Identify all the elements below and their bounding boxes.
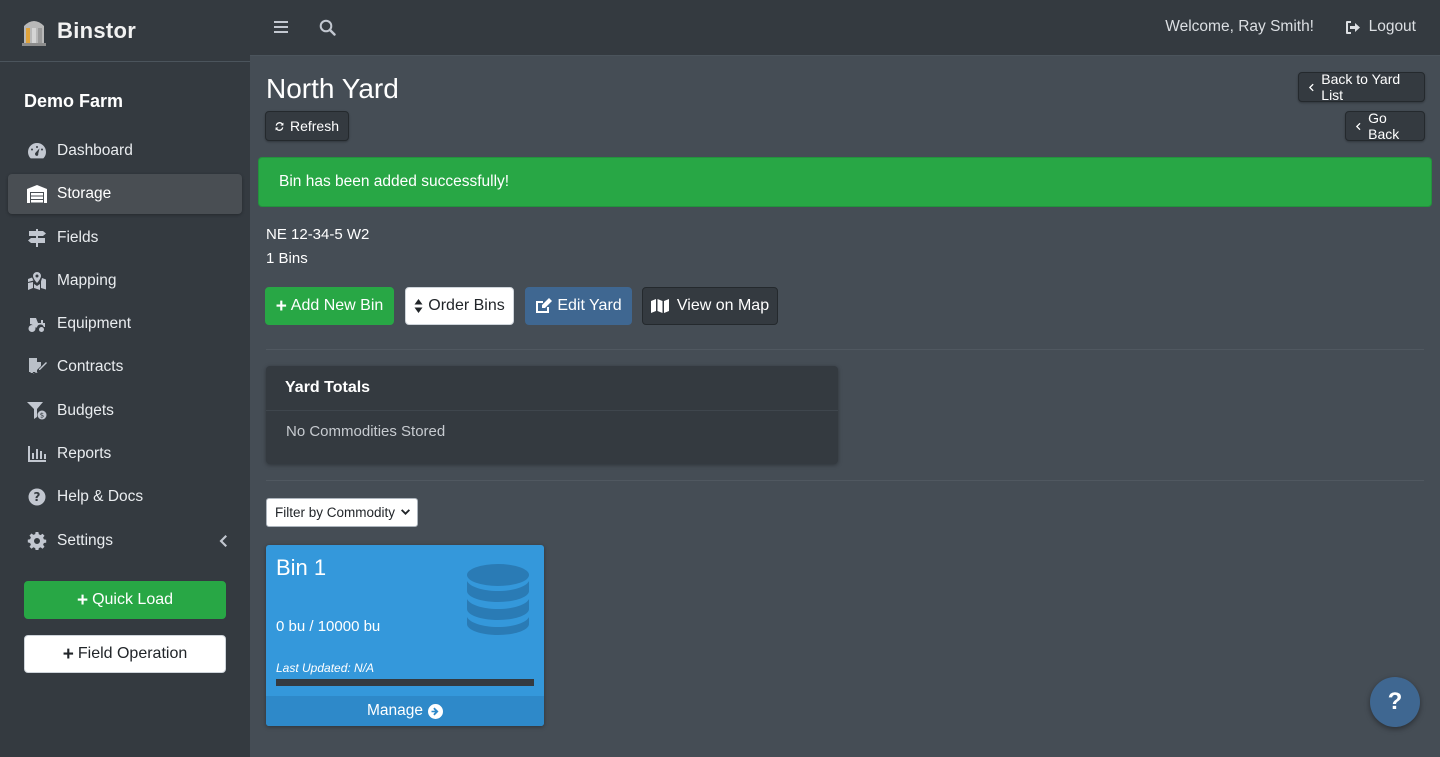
sidebar-item-help-docs[interactable]: ? Help & Docs (8, 477, 242, 517)
brand-name: Binstor (57, 17, 137, 43)
sidebar-item-mapping[interactable]: Mapping (8, 261, 242, 301)
plus-icon: + (62, 643, 74, 665)
view-on-map-label: View on Map (676, 297, 770, 314)
add-new-bin-button[interactable]: + Add New Bin (265, 287, 394, 325)
gear-icon (26, 531, 48, 551)
svg-text:$: $ (40, 411, 44, 419)
field-operation-label: Field Operation (77, 645, 188, 662)
order-bins-label: Order Bins (428, 297, 505, 314)
refresh-label: Refresh (289, 118, 339, 134)
bin-last-updated: Last Updated: N/A (276, 661, 375, 675)
yard-totals-card: Yard Totals No Commodities Stored (266, 366, 838, 464)
add-new-bin-label: Add New Bin (290, 297, 384, 314)
logout-label: Logout (1368, 18, 1416, 35)
chevron-down-icon (401, 509, 411, 515)
bin-card[interactable]: Bin 1 0 bu / 10000 bu Last Updated: N/A … (266, 545, 544, 726)
map-marked-icon (26, 271, 48, 291)
svg-text:?: ? (34, 490, 41, 504)
silo-logo-icon (22, 20, 46, 46)
divider (266, 480, 1424, 481)
hamburger-menu-icon[interactable] (273, 19, 289, 35)
chevron-left-icon (1308, 83, 1314, 91)
sidebar-item-contracts[interactable]: Contracts (8, 347, 242, 387)
sidebar-item-label: Contracts (57, 358, 124, 376)
funnel-dollar-icon: $ (26, 401, 48, 421)
sidebar-item-dashboard[interactable]: Dashboard (8, 131, 242, 171)
yard-totals-body: No Commodities Stored (286, 423, 446, 440)
page-title: North Yard (266, 73, 399, 104)
sidebar-item-reports[interactable]: Reports (8, 434, 242, 474)
top-navbar: Welcome, Ray Smith! Logout (250, 0, 1440, 56)
quick-load-label: Quick Load (92, 591, 174, 608)
sidebar-item-label: Fields (57, 228, 99, 246)
yard-bin-count: 1 Bins (266, 250, 308, 267)
sort-icon (414, 299, 423, 313)
chevron-left-icon (1355, 122, 1361, 130)
go-back-label: Go Back (1368, 110, 1400, 142)
sidebar-item-label: Settings (57, 531, 114, 549)
yard-totals-title: Yard Totals (266, 366, 838, 411)
file-signature-icon (26, 357, 48, 377)
sidebar-item-label: Equipment (57, 315, 132, 333)
sync-icon (275, 121, 284, 131)
map-icon (650, 299, 669, 313)
farm-name[interactable]: Demo Farm (24, 91, 123, 112)
manage-bin-link[interactable]: Manage (266, 696, 544, 726)
warehouse-icon (26, 184, 48, 204)
sidebar-item-label: Mapping (57, 271, 117, 289)
sidebar-item-budgets[interactable]: $ Budgets (8, 391, 242, 431)
sidebar-item-label: Budgets (57, 401, 114, 419)
filter-by-commodity-dropdown[interactable]: Filter by Commodity (266, 498, 418, 527)
sidebar-nav: Dashboard Storage Fields Mapping Equipme… (8, 131, 242, 564)
brand[interactable]: Binstor (0, 0, 250, 62)
tractor-icon (26, 314, 48, 334)
sign-out-icon (1345, 20, 1360, 34)
sidebar-item-fields[interactable]: Fields (8, 218, 242, 258)
logout-link[interactable]: Logout (1345, 18, 1416, 36)
signpost-icon (26, 228, 48, 248)
tachometer-icon (26, 141, 48, 161)
edit-yard-label: Edit Yard (557, 297, 622, 314)
help-floating-button[interactable]: ? (1370, 677, 1420, 727)
bin-capacity: 0 bu / 10000 bu (276, 618, 381, 635)
plus-icon: + (76, 589, 89, 611)
divider (266, 349, 1424, 350)
sidebar-item-label: Storage (57, 185, 112, 203)
back-to-yard-list-button[interactable]: Back to Yard List (1298, 71, 1425, 103)
go-back-button[interactable]: Go Back (1345, 110, 1425, 142)
search-icon[interactable] (319, 19, 336, 36)
sidebar-item-label: Help & Docs (57, 488, 144, 506)
field-operation-button[interactable]: + Field Operation (24, 635, 226, 673)
arrow-circle-right-icon (428, 703, 443, 719)
back-to-yard-list-label: Back to Yard List (1321, 71, 1401, 103)
database-icon (467, 564, 529, 635)
sidebar-item-label: Reports (57, 445, 112, 463)
refresh-button[interactable]: Refresh (265, 111, 349, 141)
sidebar-item-label: Dashboard (57, 142, 133, 159)
sidebar-item-settings[interactable]: Settings (8, 521, 242, 561)
sidebar: Binstor Demo Farm Dashboard Storage Fiel… (0, 0, 250, 757)
bin-name: Bin 1 (276, 555, 327, 580)
yard-location: NE 12-34-5 W2 (266, 226, 370, 243)
sidebar-item-storage[interactable]: Storage (8, 174, 242, 215)
success-alert: Bin has been added successfully! (258, 157, 1432, 207)
order-bins-button[interactable]: Order Bins (405, 287, 514, 325)
filter-label: Filter by Commodity (275, 505, 396, 520)
view-on-map-button[interactable]: View on Map (642, 287, 778, 325)
chart-bar-icon (26, 444, 48, 464)
edit-yard-button[interactable]: Edit Yard (525, 287, 632, 325)
manage-label: Manage (366, 702, 423, 719)
edit-icon (536, 298, 553, 313)
sidebar-item-equipment[interactable]: Equipment (8, 304, 242, 344)
quick-load-button[interactable]: + Quick Load (24, 581, 226, 619)
bin-fill-progress (276, 679, 534, 686)
chevron-left-icon[interactable] (218, 533, 228, 549)
question-circle-icon: ? (26, 487, 48, 507)
welcome-text: Welcome, Ray Smith! (1165, 18, 1314, 35)
plus-icon: + (275, 295, 287, 317)
